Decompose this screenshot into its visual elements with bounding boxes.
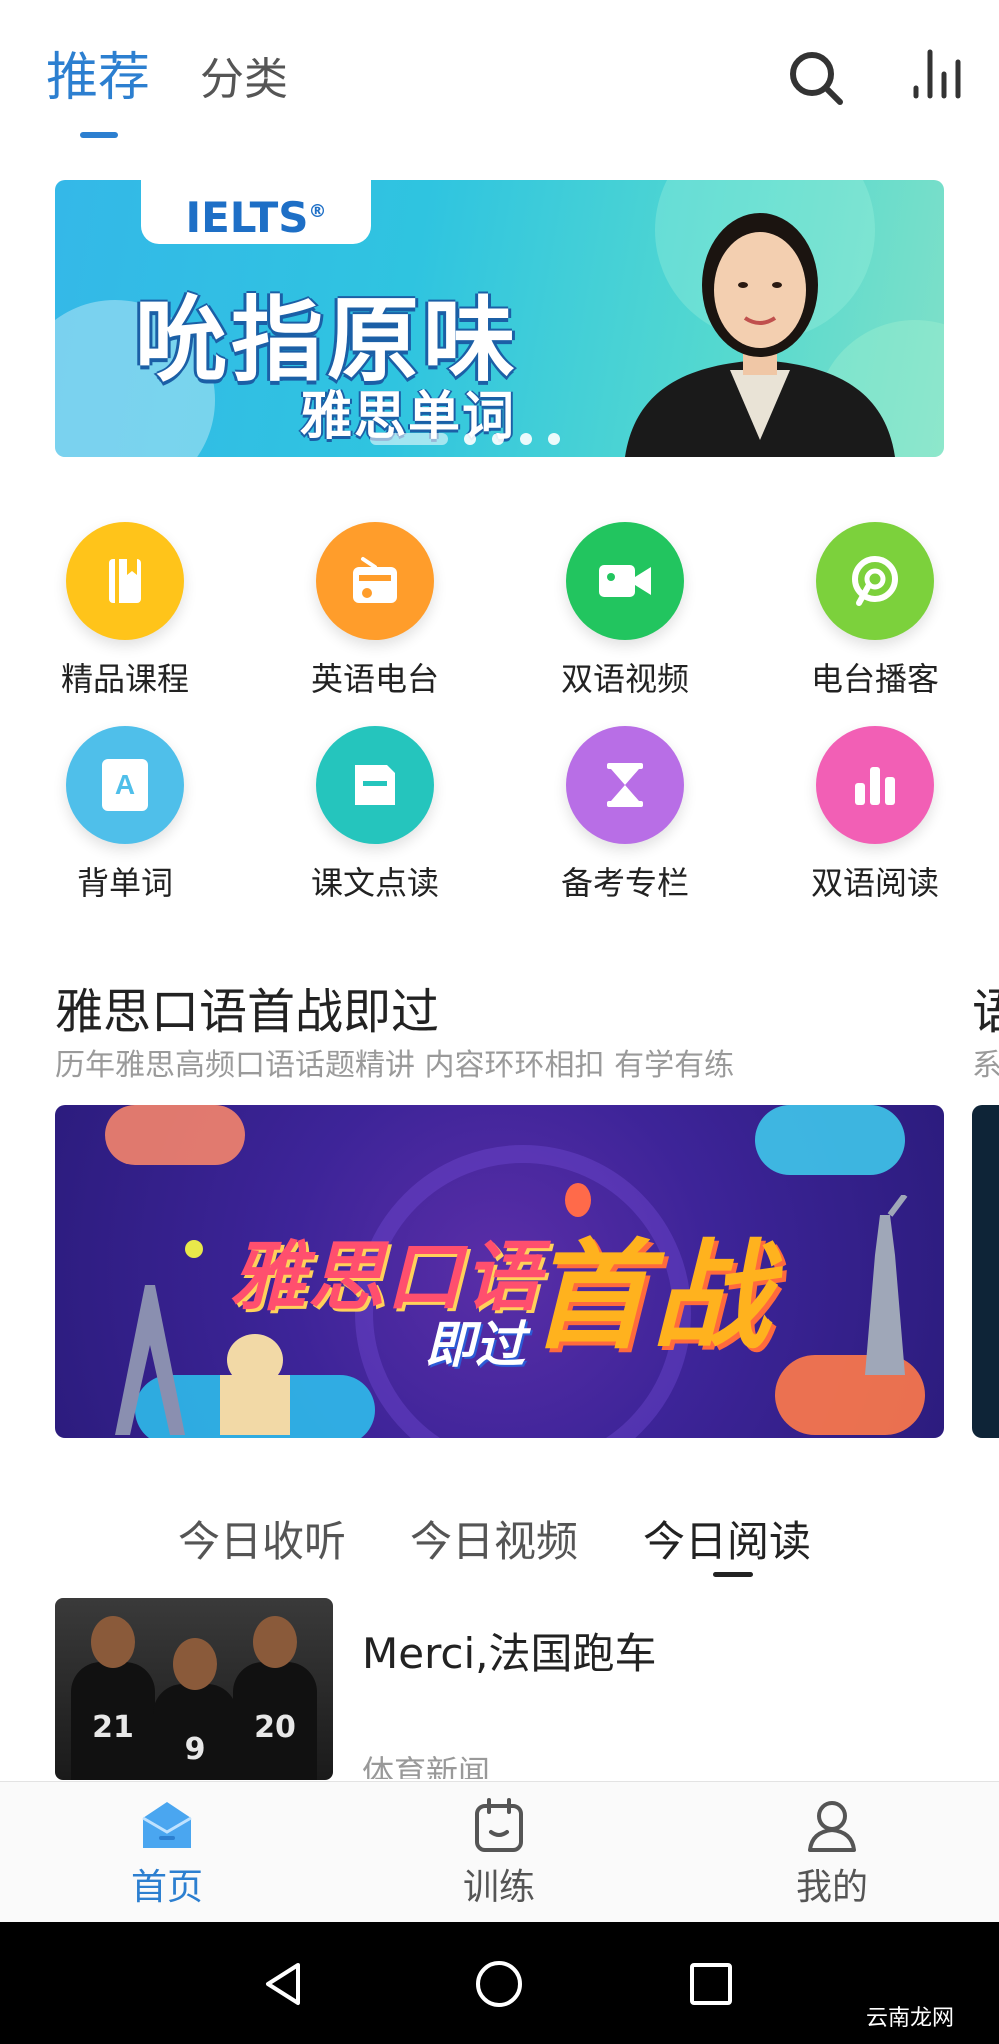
- grid-item-radio-podcast[interactable]: 电台播客: [775, 522, 975, 700]
- next-section-title-peek[interactable]: 语: [972, 972, 999, 1042]
- tab-active-indicator: [713, 1572, 753, 1577]
- grid-item-bilingual-reading[interactable]: 双语阅读: [775, 726, 975, 904]
- nav-label: 首页: [130, 1867, 203, 1908]
- section-title[interactable]: 雅思口语首战即过: [55, 972, 439, 1042]
- section-subtitle: 历年雅思高频口语话题精讲 内容环环相扣 有学有练: [55, 1048, 735, 1083]
- grid-label: 课文点读: [310, 864, 439, 902]
- grid-label: 双语阅读: [810, 864, 939, 902]
- ielts-badge: IELTS®: [141, 180, 371, 244]
- document-icon: [316, 726, 434, 844]
- home-circle-icon[interactable]: [474, 1959, 524, 2013]
- tab-category[interactable]: 分类: [200, 58, 288, 102]
- nav-training[interactable]: 训练: [432, 1796, 566, 1910]
- tab-today-reading[interactable]: 今日阅读: [643, 1508, 811, 1569]
- grid-label: 背单词: [76, 864, 173, 902]
- video-camera-icon: [566, 522, 684, 640]
- radio-icon: [316, 522, 434, 640]
- carousel-dot[interactable]: [492, 433, 504, 445]
- jersey-number: 20: [254, 1710, 296, 1745]
- search-icon[interactable]: [786, 48, 846, 108]
- grid-item-english-radio[interactable]: 英语电台: [275, 522, 475, 700]
- article-category: 体育新闻: [362, 1753, 491, 1779]
- grid-item-exam-prep[interactable]: 备考专栏: [525, 726, 725, 904]
- carousel-dot-active[interactable]: [370, 433, 448, 445]
- watermark: 云南龙网: [866, 2006, 955, 2031]
- carousel-indicator[interactable]: [370, 433, 560, 445]
- grid-item-premium-courses[interactable]: 精品课程: [25, 522, 225, 700]
- next-promo-peek[interactable]: [972, 1105, 999, 1438]
- tab-today-listening[interactable]: 今日收听: [178, 1508, 346, 1569]
- taj-mahal-icon: [220, 1334, 290, 1435]
- hourglass-icon: [566, 726, 684, 844]
- bar-chart-icon: [816, 726, 934, 844]
- grid-item-bilingual-video[interactable]: 双语视频: [525, 522, 725, 700]
- jersey-number: 9: [184, 1732, 206, 1767]
- podcast-icon: [816, 522, 934, 640]
- grid-item-text-reading[interactable]: 课文点读: [275, 726, 475, 904]
- grid-label: 备考专栏: [560, 864, 689, 902]
- grid-item-vocabulary[interactable]: A 背单词: [25, 726, 225, 904]
- carousel-dot[interactable]: [520, 433, 532, 445]
- statue-of-liberty-icon: [865, 1195, 908, 1375]
- profile-icon: [765, 1796, 899, 1858]
- teacher-portrait: [615, 190, 905, 457]
- tab-today-video[interactable]: 今日视频: [410, 1508, 578, 1569]
- recents-icon[interactable]: [686, 1959, 736, 2013]
- promo-text-first-try: 首战: [530, 1227, 775, 1365]
- hero-banner[interactable]: IELTS® 吮指原味 雅思单词: [55, 180, 944, 457]
- next-section-subtitle-peek: 系: [972, 1048, 999, 1083]
- jersey-number: 21: [92, 1710, 134, 1745]
- promo-banner[interactable]: 雅思口语 首战 即过: [55, 1105, 944, 1438]
- nav-label: 我的: [795, 1867, 868, 1908]
- nav-label: 训练: [462, 1867, 535, 1908]
- vocab-card-icon: A: [66, 726, 184, 844]
- home-icon: [100, 1796, 234, 1858]
- nav-home[interactable]: 首页: [100, 1796, 234, 1910]
- promo-text-pass: 即过: [425, 1316, 525, 1374]
- system-nav-bar: 云南龙网: [0, 1922, 999, 2044]
- grid-label: 双语视频: [560, 660, 689, 698]
- grid-label: 电台播客: [810, 660, 939, 698]
- article-title[interactable]: Merci,法国跑车: [362, 1620, 657, 1681]
- grid-label: 精品课程: [60, 660, 189, 698]
- calendar-icon: [432, 1796, 566, 1858]
- article-thumbnail[interactable]: 21 9 20: [55, 1598, 333, 1780]
- carousel-dot[interactable]: [548, 433, 560, 445]
- tab-active-indicator: [80, 132, 118, 138]
- nav-profile[interactable]: 我的: [765, 1796, 899, 1910]
- bottom-nav: 首页 训练 我的: [0, 1781, 999, 1923]
- carousel-dot[interactable]: [464, 433, 476, 445]
- book-icon: [66, 522, 184, 640]
- grid-label: 英语电台: [310, 660, 439, 698]
- tab-recommend[interactable]: 推荐: [46, 52, 150, 104]
- stats-icon[interactable]: [908, 44, 968, 104]
- back-icon[interactable]: [258, 1959, 308, 2013]
